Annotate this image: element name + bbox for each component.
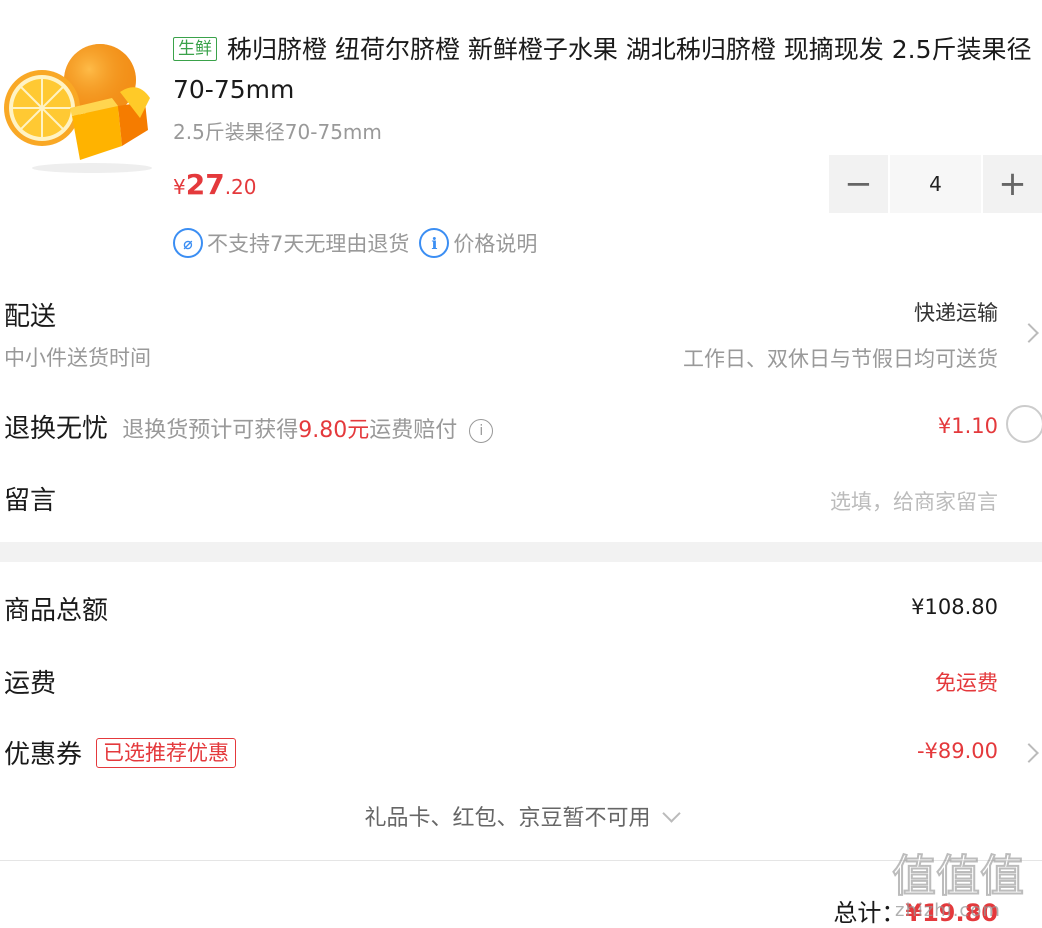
chevron-right-icon — [1019, 323, 1039, 343]
price-symbol: ¥ — [173, 175, 186, 199]
minus-icon: − — [844, 164, 873, 204]
footer-divider — [0, 860, 1042, 861]
watermark-text: zhizhi.com — [895, 900, 1001, 921]
more-options-text: 礼品卡、红包、京豆暂不可用 — [364, 806, 651, 831]
return-insurance-radio[interactable] — [1006, 405, 1042, 443]
fresh-tag: 生鲜 — [173, 37, 217, 61]
delivery-schedule: 工作日、双休日与节假日均可送货 — [683, 347, 998, 371]
decrease-button[interactable]: − — [829, 155, 888, 213]
delivery-row[interactable]: 配送 中小件送货时间 快递运输 工作日、双休日与节假日均可送货 — [0, 290, 1042, 380]
shipping-value: 免运费 — [935, 671, 998, 695]
more-payment-options[interactable]: 礼品卡、红包、京豆暂不可用 — [0, 800, 1042, 832]
increase-button[interactable]: + — [983, 155, 1042, 213]
desc-amount: 9.80元 — [298, 418, 370, 443]
product-notes: ⌀ 不支持7天无理由退货 i 价格说明 — [173, 228, 547, 258]
product-title[interactable]: 秭归脐橙 纽荷尔脐橙 新鲜橙子水果 湖北秭归脐橙 现摘现发 2.5斤装果径70-… — [173, 35, 1032, 104]
product-spec: 2.5斤装果径70-75mm — [173, 120, 382, 144]
delivery-label: 配送 — [4, 302, 57, 332]
return-insurance-row: 退换无忧 退换货预计可获得9.80元运费赔付 i ¥1.10 — [0, 404, 1042, 450]
coupon-title: 优惠券 已选推荐优惠 — [4, 734, 237, 771]
return-insurance-title: 退换无忧 退换货预计可获得9.80元运费赔付 i — [4, 408, 494, 445]
return-insurance-label: 退换无忧 — [4, 414, 109, 444]
product-price: ¥27.20 — [173, 168, 257, 201]
return-insurance-price: ¥1.10 — [937, 414, 998, 438]
message-row: 留言 选填，给商家留言 — [0, 476, 1042, 522]
goods-total-label: 商品总额 — [4, 596, 109, 626]
section-divider — [0, 542, 1042, 562]
coupon-row[interactable]: 优惠券 已选推荐优惠 -¥89.00 — [0, 732, 1042, 772]
product-title-block: 生鲜 秭归脐橙 纽荷尔脐橙 新鲜橙子水果 湖北秭归脐橙 现摘现发 2.5斤装果径7… — [173, 30, 1033, 110]
quantity-input[interactable]: 4 — [890, 155, 981, 213]
price-info-note[interactable]: i 价格说明 — [419, 228, 537, 258]
info-icon[interactable]: i — [469, 419, 494, 443]
product-image[interactable] — [0, 28, 156, 176]
shipping-row: 运费 免运费 — [0, 661, 1042, 701]
goods-total-row: 商品总额 ¥108.80 — [0, 588, 1042, 628]
message-label: 留言 — [4, 486, 57, 516]
desc-suffix: 运费赔付 — [369, 418, 458, 443]
shipping-label: 运费 — [4, 669, 57, 699]
return-insurance-desc: 退换货预计可获得9.80元运费赔付 — [122, 418, 457, 443]
price-decimal: .20 — [224, 175, 257, 199]
coupon-selected-tag: 已选推荐优惠 — [96, 738, 237, 768]
orange-fruit-image — [4, 44, 152, 173]
quantity-stepper: − 4 + — [829, 155, 1042, 213]
no-return-text: 不支持7天无理由退货 — [207, 232, 410, 256]
info-icon: i — [419, 228, 450, 258]
no-return-note[interactable]: ⌀ 不支持7天无理由退货 — [173, 228, 409, 258]
coupon-value: -¥89.00 — [916, 739, 998, 763]
price-integer: 27 — [185, 168, 225, 201]
delivery-method: 快递运输 — [914, 301, 998, 325]
product-card: 生鲜 秭归脐橙 纽荷尔脐橙 新鲜橙子水果 湖北秭归脐橙 现摘现发 2.5斤装果径7… — [0, 0, 1042, 270]
goods-total-value: ¥108.80 — [911, 595, 998, 619]
delivery-sublabel: 中小件送货时间 — [4, 346, 151, 370]
price-info-text: 价格说明 — [453, 232, 538, 256]
no-return-icon: ⌀ — [173, 228, 203, 258]
desc-prefix: 退换货预计可获得 — [122, 418, 299, 443]
chevron-down-icon — [661, 804, 681, 823]
chevron-right-icon — [1019, 743, 1039, 763]
coupon-label: 优惠券 — [4, 740, 83, 770]
plus-icon: + — [998, 164, 1027, 204]
message-input[interactable]: 选填，给商家留言 — [830, 486, 998, 516]
